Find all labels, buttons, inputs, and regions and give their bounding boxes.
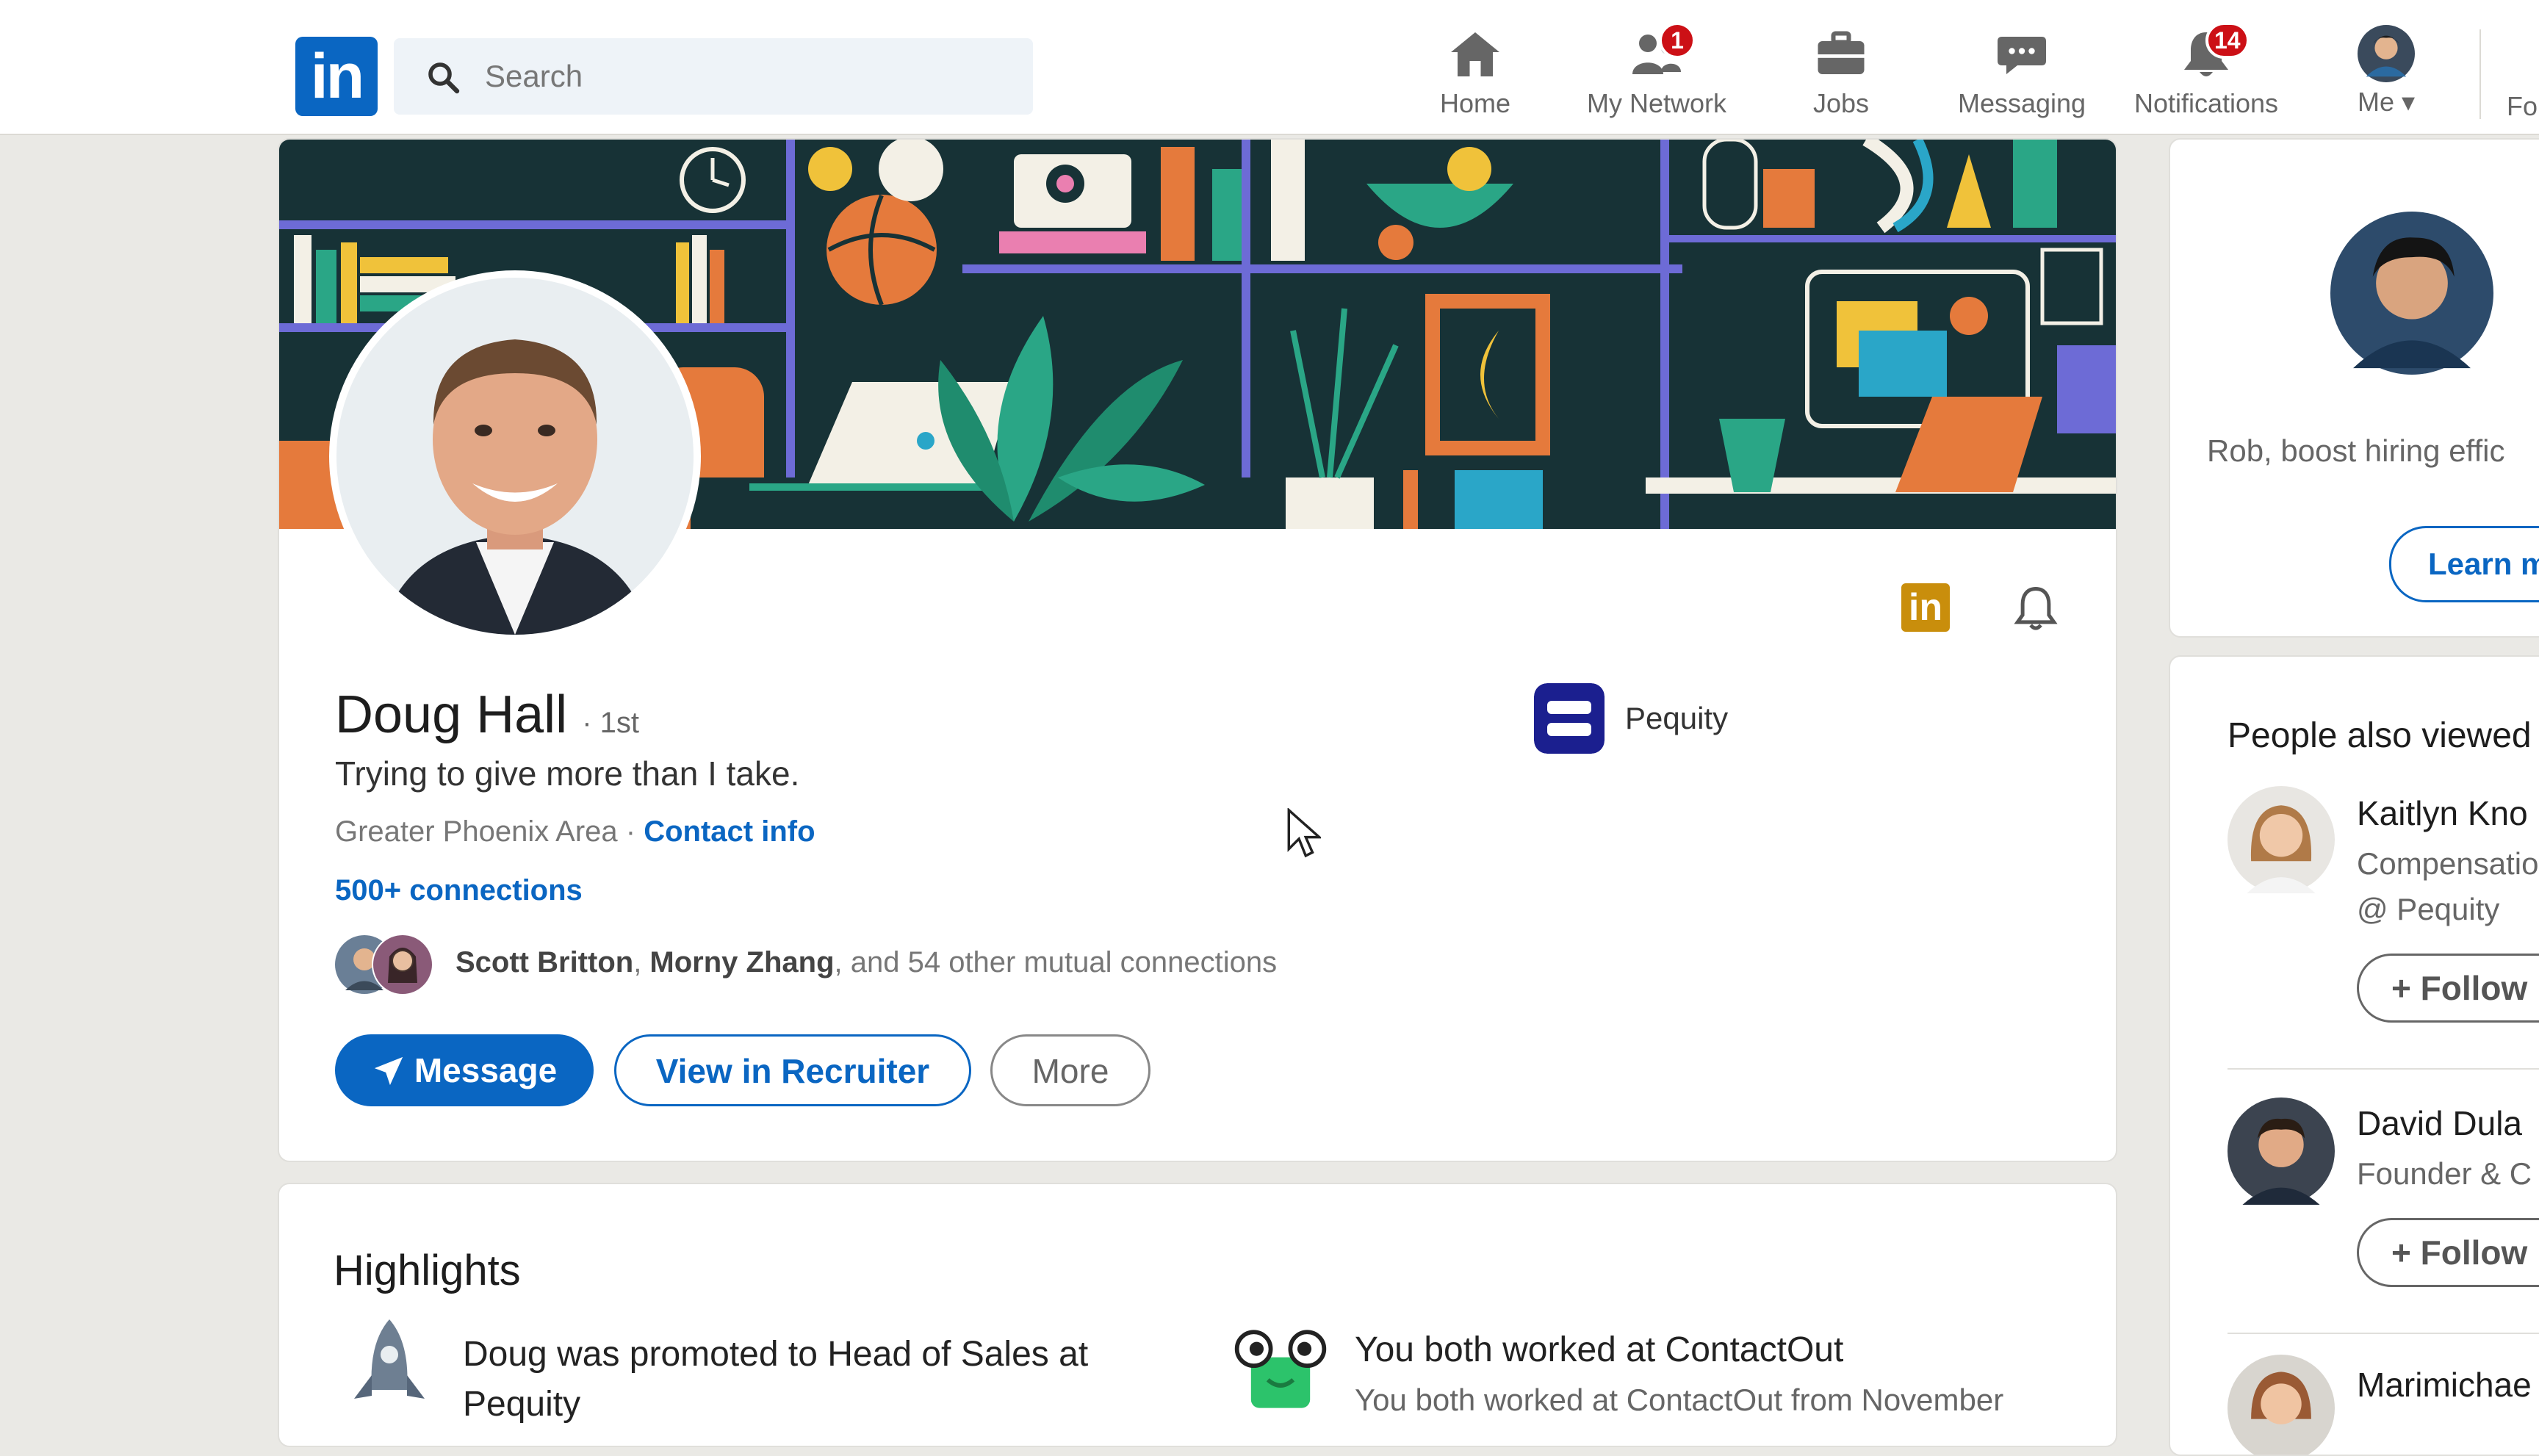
mutual-rest: , and 54 other mutual connections xyxy=(834,946,1278,979)
message-button[interactable]: Message xyxy=(335,1034,594,1106)
profile-name: Doug Hall · 1st xyxy=(335,685,639,745)
nav-label: Me ▾ xyxy=(2357,87,2416,117)
people-also-viewed-card: People also viewed Kaitlyn Kno Compensat… xyxy=(2169,655,2539,1456)
person-name[interactable]: Kaitlyn Kno xyxy=(2357,793,2528,833)
search-box[interactable]: Search xyxy=(394,38,1033,115)
contact-info-link[interactable]: Contact info xyxy=(644,815,815,848)
nav-messaging[interactable]: Messaging xyxy=(1956,28,2088,123)
mutual-avatars xyxy=(335,934,433,995)
mutual-connections-text: Scott Britton, Morny Zhang, and 54 other… xyxy=(455,946,1277,979)
bell-icon-wrap: 14 xyxy=(2176,22,2250,81)
person-avatar[interactable] xyxy=(2228,1098,2335,1205)
location-text: Greater Phoenix Area · xyxy=(335,815,636,848)
highlights-title: Highlights xyxy=(334,1247,521,1294)
profile-location: Greater Phoenix Area · Contact info xyxy=(335,815,815,848)
profile-photo[interactable] xyxy=(329,270,701,642)
person-headline: Founder & C xyxy=(2357,1156,2532,1191)
mutual-name-1: Scott Britton xyxy=(455,946,634,979)
nav-home[interactable]: Home xyxy=(1438,28,1512,123)
person-avatar[interactable] xyxy=(2228,786,2335,893)
promo-text: Rob, boost hiring effic xyxy=(2207,433,2505,468)
connection-degree: · 1st xyxy=(582,707,639,739)
plus-icon: + xyxy=(2391,969,2421,1007)
briefcase-icon xyxy=(1818,31,1865,74)
learn-more-button[interactable]: Learn m xyxy=(2389,526,2539,602)
message-button-label: Message xyxy=(414,1051,558,1089)
mutual-sep: , xyxy=(633,946,650,979)
view-in-recruiter-button[interactable]: View in Recruiter xyxy=(614,1034,971,1106)
divider xyxy=(2228,1068,2539,1070)
avatar-icon xyxy=(2358,25,2415,82)
contactout-logo-icon xyxy=(1234,1330,1327,1408)
nav-my-network[interactable]: 1 My Network xyxy=(1580,22,1734,123)
network-badge: 1 xyxy=(1659,22,1696,59)
sidebar-promo-card: Rob, boost hiring effic Learn m xyxy=(2169,138,2539,638)
profile-photo-image xyxy=(336,278,694,635)
person-headline-2: @ Pequity xyxy=(2357,892,2500,926)
people-also-viewed-title: People also viewed xyxy=(2228,716,2532,755)
follow-bell-icon[interactable] xyxy=(2012,583,2060,635)
connections-link[interactable]: 500+ connections xyxy=(335,874,583,907)
person-name[interactable]: Marimichae xyxy=(2357,1365,2532,1405)
follow-label: Follow xyxy=(2420,969,2528,1007)
profile-headline: Trying to give more than I take. xyxy=(335,754,800,793)
search-icon xyxy=(428,62,460,94)
highlight-shared-company-title: You both worked at ContactOut xyxy=(1355,1330,1844,1369)
nav-divider xyxy=(2479,29,2481,119)
divider xyxy=(2228,1333,2539,1334)
premium-linkedin-icon[interactable]: in xyxy=(1901,583,1950,632)
nav-for-business[interactable]: Fo xyxy=(2507,91,2538,122)
person-headline: Compensatio xyxy=(2357,846,2539,881)
highlights-card: Highlights Doug was promoted to Head of … xyxy=(278,1183,2117,1447)
network-icon-wrap: 1 xyxy=(1627,22,1696,81)
nav-label: Jobs xyxy=(1812,88,1870,118)
home-icon xyxy=(1451,32,1499,76)
mutual-name-2: Morny Zhang xyxy=(649,946,835,979)
profile-name-text: Doug Hall xyxy=(335,685,568,744)
nav-label: Notifications xyxy=(2133,88,2279,118)
profile-card: in Doug Hall · 1st Trying to give more t… xyxy=(278,138,2117,1162)
nav-label: Home xyxy=(1439,88,1511,118)
search-input[interactable]: Search xyxy=(485,59,583,94)
follow-label: Follow xyxy=(2420,1233,2528,1272)
plus-icon: + xyxy=(2391,1233,2421,1272)
follow-button[interactable]: + Follow xyxy=(2357,1218,2539,1287)
nav-label: My Network xyxy=(1586,88,1727,118)
mouse-cursor-icon xyxy=(1287,808,1321,858)
follow-button[interactable]: + Follow xyxy=(2357,954,2539,1023)
nav-me[interactable]: Me ▾ xyxy=(2348,25,2424,123)
top-navigation-bar: in Search Home 1 My Network Jobs Messagi… xyxy=(0,0,2539,135)
rocket-icon xyxy=(354,1319,425,1399)
nav-notifications[interactable]: 14 Notifications xyxy=(2128,22,2285,123)
more-button[interactable]: More xyxy=(990,1034,1150,1106)
notifications-badge: 14 xyxy=(2205,22,2250,59)
nav-jobs[interactable]: Jobs xyxy=(1804,28,1878,123)
linkedin-logo-icon[interactable]: in xyxy=(295,37,378,116)
chat-icon xyxy=(1998,37,2046,74)
highlight-shared-company-detail: You both worked at ContactOut from Novem… xyxy=(1355,1383,2004,1417)
promo-avatar xyxy=(2330,212,2493,375)
company-name: Pequity xyxy=(1625,701,1729,735)
send-icon xyxy=(374,1056,403,1086)
person-avatar[interactable] xyxy=(2228,1355,2335,1456)
pequity-logo-icon xyxy=(1534,683,1605,754)
nav-label: Messaging xyxy=(1957,88,2086,118)
person-name[interactable]: David Dula xyxy=(2357,1103,2522,1143)
